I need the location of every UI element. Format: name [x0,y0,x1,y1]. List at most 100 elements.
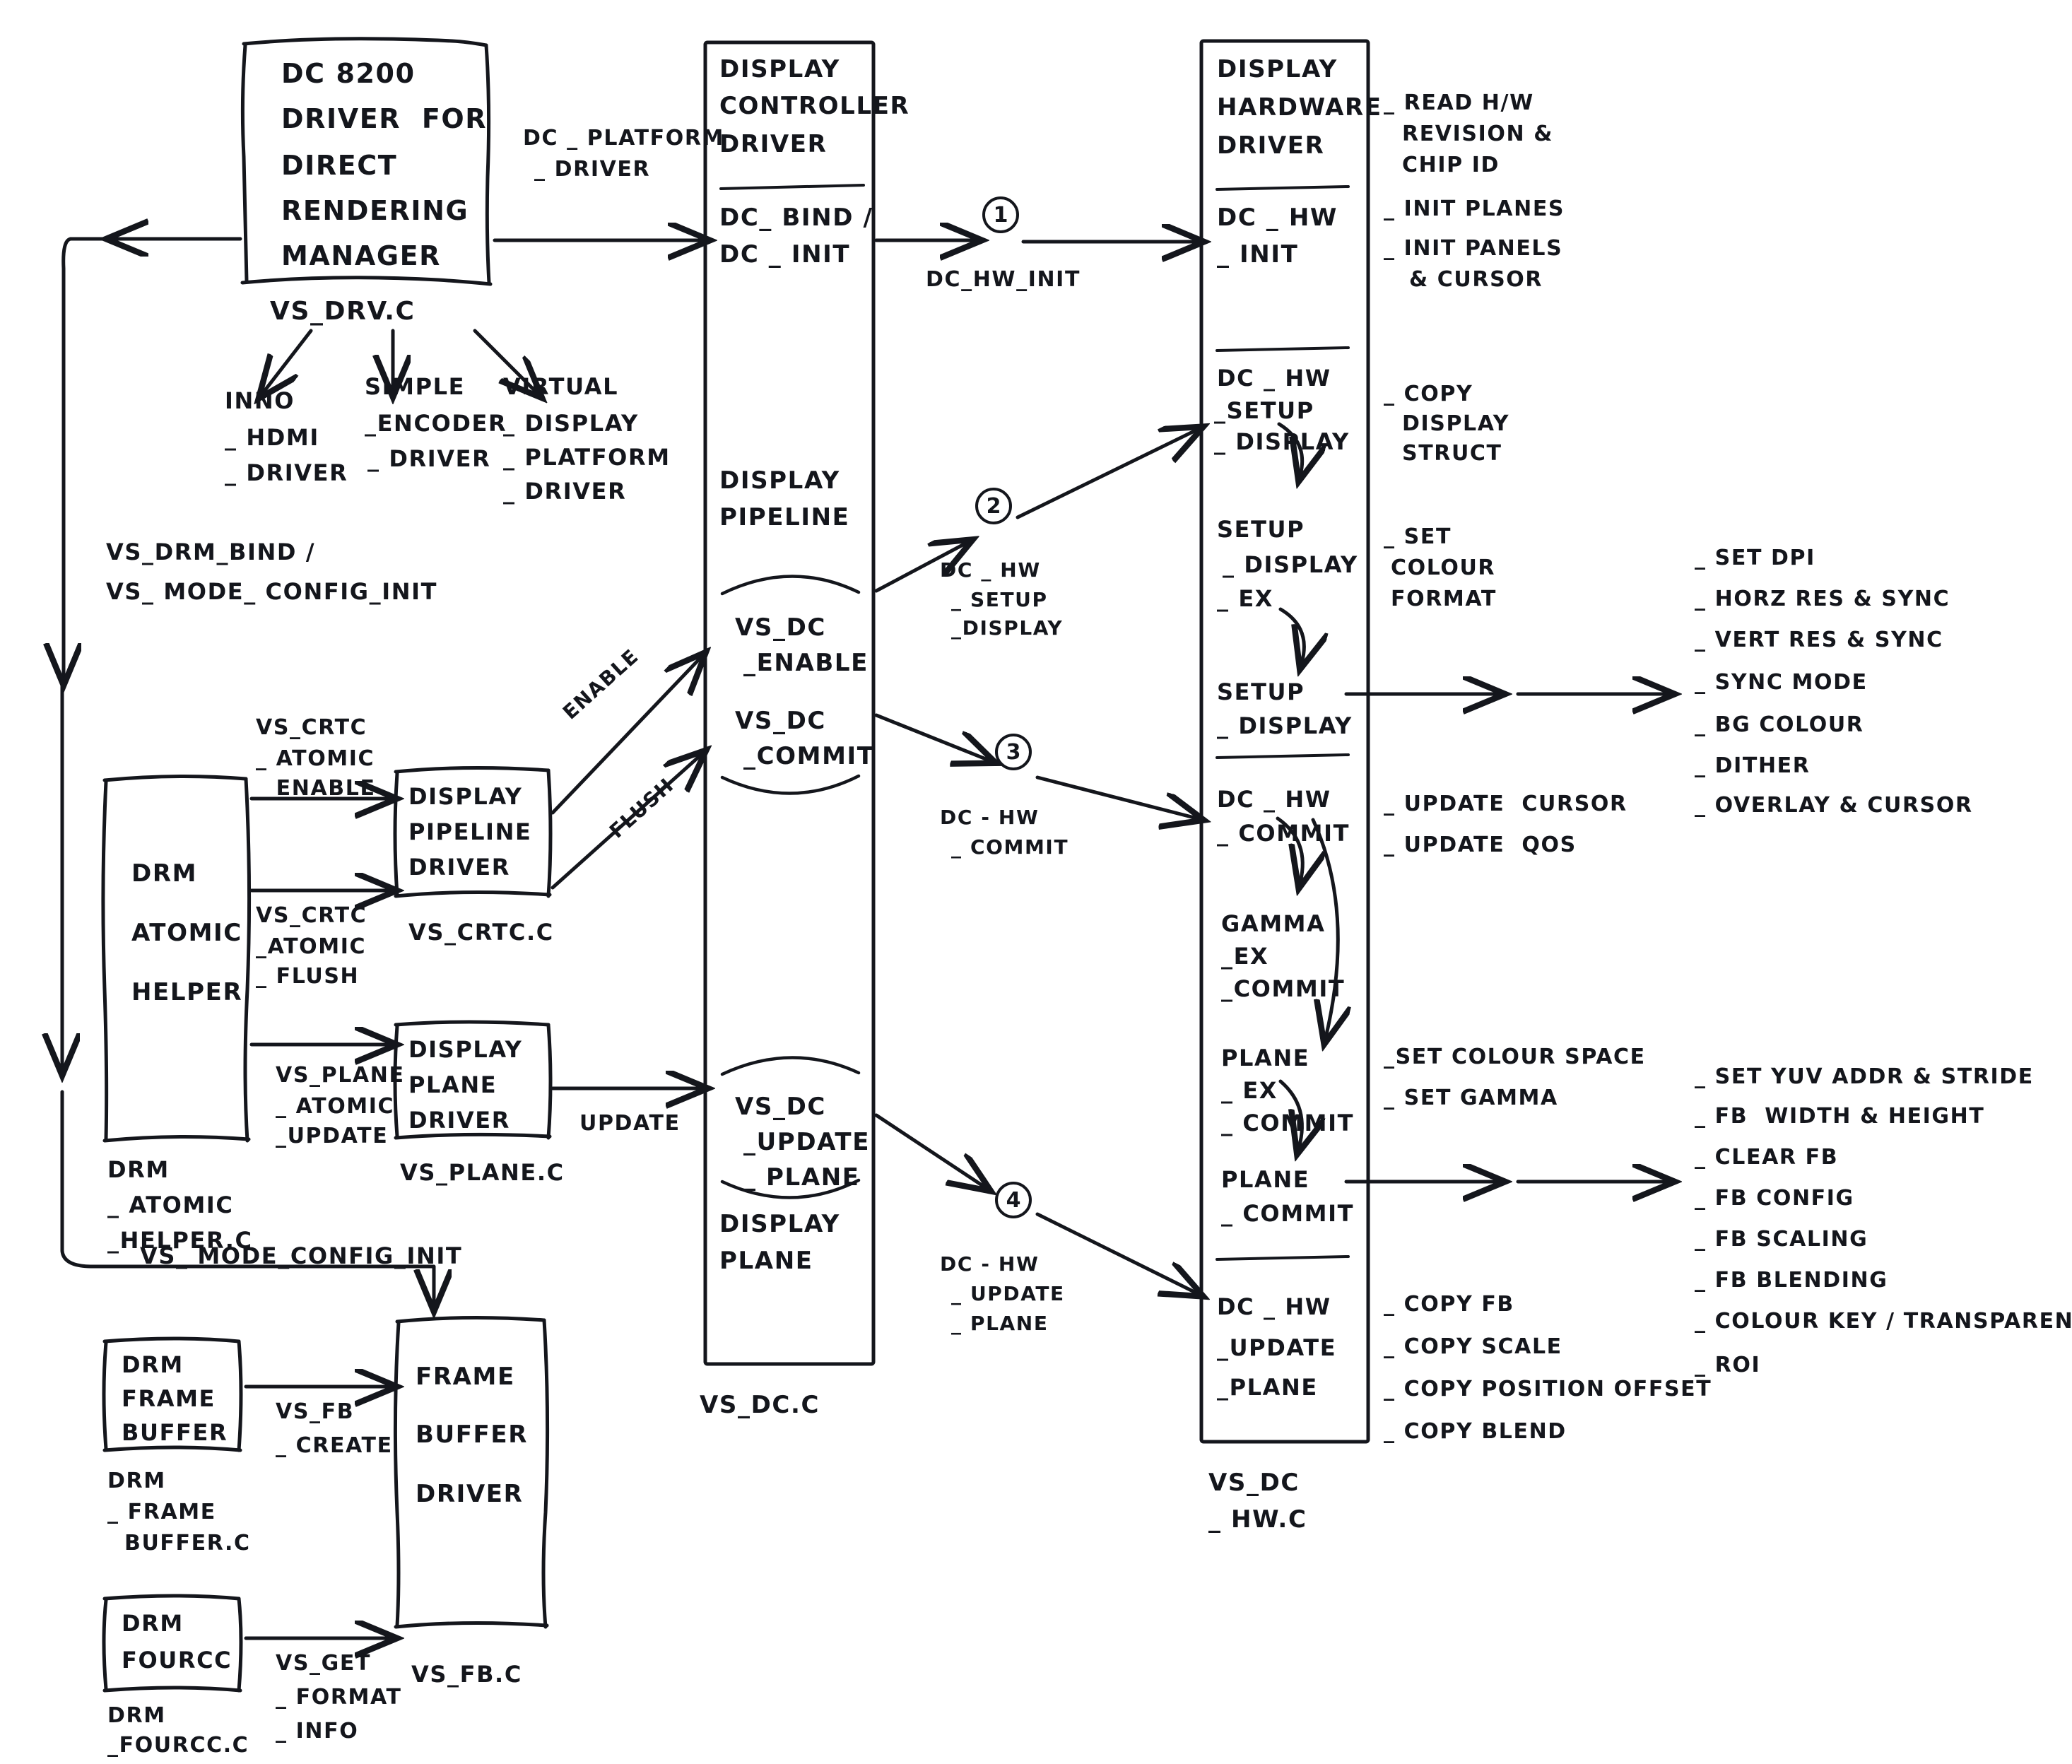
edge-label-enable: ENABLE [558,644,644,724]
dc-vs-dc-commit-0: VS_DC [735,707,826,735]
ann-update-plane-0: _ COPY FB [1384,1292,1514,1317]
hw-plane-ex-0: PLANE [1221,1045,1310,1071]
edge-vs-plane-update-1: _ ATOMIC [276,1094,395,1119]
plane-driver-line-0: DISPLAY [408,1036,523,1063]
far-right-setup-0: _ SET DPI [1695,546,1815,570]
edge-vs-get-format-2: _ INFO [276,1719,359,1744]
dc-pipeline-title-1: PIPELINE [719,503,850,531]
hw-setup-display2-1: _ DISPLAY [1217,712,1353,739]
edge-label-update: UPDATE [579,1111,681,1136]
dc-vs-dc-enable-0: VS_DC [735,613,826,642]
hw-driver-header-2: DRIVER [1217,131,1325,160]
dc-vs-dc-update-0: VS_DC [735,1093,826,1121]
pipeline-driver-file: VS_CRTC.C [408,919,554,946]
edge-vs-plane-update-0: VS_PLANE [276,1063,405,1088]
ann-init-0: _ READ H/W [1384,90,1534,115]
drm-fourcc-file-1: _FOURCC.C [107,1733,249,1758]
flow-3-label-1: _ COMMIT [951,835,1069,859]
atomic-helper-file-1: _ ATOMIC [107,1192,234,1218]
hw-plane-commit-1: _ COMMIT [1221,1200,1355,1227]
atomic-helper-file-0: DRM [107,1156,170,1183]
hw-setup-display2-0: SETUP [1217,678,1305,705]
drm-framebuffer-file-1: _ FRAME [107,1500,216,1524]
ann-update-plane-3: _ COPY BLEND [1384,1419,1567,1444]
hw-driver-header-0: DISPLAY [1217,55,1338,83]
hw-update-plane-0: DC _ HW [1217,1293,1331,1320]
ann-update-plane-2: _ COPY POSITION OFFSET [1384,1377,1712,1401]
flow-4-label-0: DC - HW [940,1252,1040,1276]
dc-driver-header-1: CONTROLLER [719,92,910,120]
hw-setup-display-ex-0: SETUP [1217,516,1305,543]
hw-gamma-2: _COMMIT [1221,975,1346,1002]
far-right-setup-3: _ SYNC MODE [1695,670,1868,695]
dc-driver-header-0: DISPLAY [719,55,840,83]
flow-2-label-2: _DISPLAY [951,616,1064,640]
root-child-1-name: SIMPLE [365,373,466,400]
hw-driver-header-1: HARDWARE [1217,93,1382,122]
pipeline-driver-line-0: DISPLAY [408,783,523,810]
far-right-setup-1: _ HORZ RES & SYNC [1695,587,1950,611]
hw-driver-file-1: _ HW.C [1208,1505,1307,1534]
drm-fourcc-file-0: DRM [107,1703,166,1728]
flow-number-2: 2 [975,488,1012,524]
drm-fourcc-line-1: FOURCC [122,1647,232,1674]
atomic-helper-line-1: ATOMIC [131,919,242,947]
ann-init-1: REVISION & [1402,122,1553,146]
root-child-0-item-1: _ DRIVER [225,459,348,486]
root-child-2-item-2: _ DRIVER [503,478,627,505]
dc-driver-bind: DC_ BIND / [719,204,873,232]
root-child-1-item-1: _ DRIVER [367,445,491,472]
edge-vs-crtc-enable-0: VS_CRTC [256,715,367,740]
pipeline-driver-line-2: DRIVER [408,854,510,881]
dc-plane-title-0: DISPLAY [719,1210,840,1238]
plane-driver-line-2: DRIVER [408,1107,510,1134]
label-vs-drm-bind-1: VS_ MODE_ CONFIG_INIT [106,578,438,605]
fb-driver-line-2: DRIVER [416,1480,524,1508]
hw-init-1: _ INIT [1217,240,1299,269]
hw-commit-1: _ COMMIT [1217,820,1350,847]
ann-setup-display-2: STRUCT [1402,441,1502,466]
far-right-setup-5: _ DITHER [1695,753,1811,778]
far-right-plane-0: _ SET YUV ADDR & STRIDE [1695,1064,2034,1089]
edge-vs-fb-create-1: _ CREATE [276,1433,393,1458]
root-child-1-item-0: _ENCODER [365,410,507,437]
edge-vs-crtc-flush-0: VS_CRTC [256,903,367,928]
dc-plane-title-1: PLANE [719,1247,813,1275]
flow-number-3: 3 [995,734,1032,770]
root-box-line-3: RENDERING [281,195,469,226]
far-right-setup-6: _ OVERLAY & CURSOR [1695,793,1973,818]
atomic-helper-line-2: HELPER [131,978,243,1006]
hw-driver-file-0: VS_DC [1208,1469,1300,1497]
root-box-line-1: DRIVER FOR [281,103,488,134]
root-child-0-name: INNO [225,387,295,414]
drm-framebuffer-line-0: DRM [122,1351,184,1378]
hw-setup-display-ex-2: _ EX [1217,585,1274,612]
far-right-plane-2: _ CLEAR FB [1695,1145,1839,1170]
far-right-plane-4: _ FB SCALING [1695,1227,1868,1252]
edge-vs-crtc-enable-2: _ ENABLE [256,776,376,801]
dc-vs-dc-commit-1: _COMMIT [743,742,875,770]
flow-3-label-0: DC - HW [940,806,1040,829]
dc-driver-header-2: DRIVER [719,130,828,158]
flow-2-label-0: DC _ HW [940,558,1041,582]
drm-framebuffer-line-1: FRAME [122,1385,216,1412]
flow-4-label-2: _ PLANE [951,1312,1049,1335]
atomic-helper-file-2: _HELPER.C [107,1227,253,1254]
hw-gamma-1: _EX [1221,943,1269,970]
flow-1-label: DC_HW_INIT [926,267,1081,292]
hw-setup-display-2: _ DISPLAY [1214,428,1350,455]
hw-setup-display-1: _SETUP [1214,397,1314,424]
atomic-helper-line-0: DRM [131,859,198,888]
dc-vs-dc-enable-1: _ENABLE [743,649,869,677]
edge-vs-crtc-flush-1: _ATOMIC [256,934,367,959]
ann-commit-0: _ UPDATE CURSOR [1384,792,1627,816]
label-vs-drm-bind-0: VS_DRM_BIND / [106,539,316,565]
root-child-2-name: VIRTUAL [503,373,619,400]
flow-number-1: 1 [982,196,1019,233]
far-right-plane-7: _ ROI [1695,1353,1761,1377]
root-box-file: VS_DRV.C [270,297,416,326]
ann-setup-colour-1: COLOUR [1391,555,1496,580]
fb-driver-file: VS_FB.C [411,1661,522,1688]
root-box-line-2: DIRECT [281,150,398,181]
ann-commit-1: _ UPDATE QOS [1384,833,1577,857]
